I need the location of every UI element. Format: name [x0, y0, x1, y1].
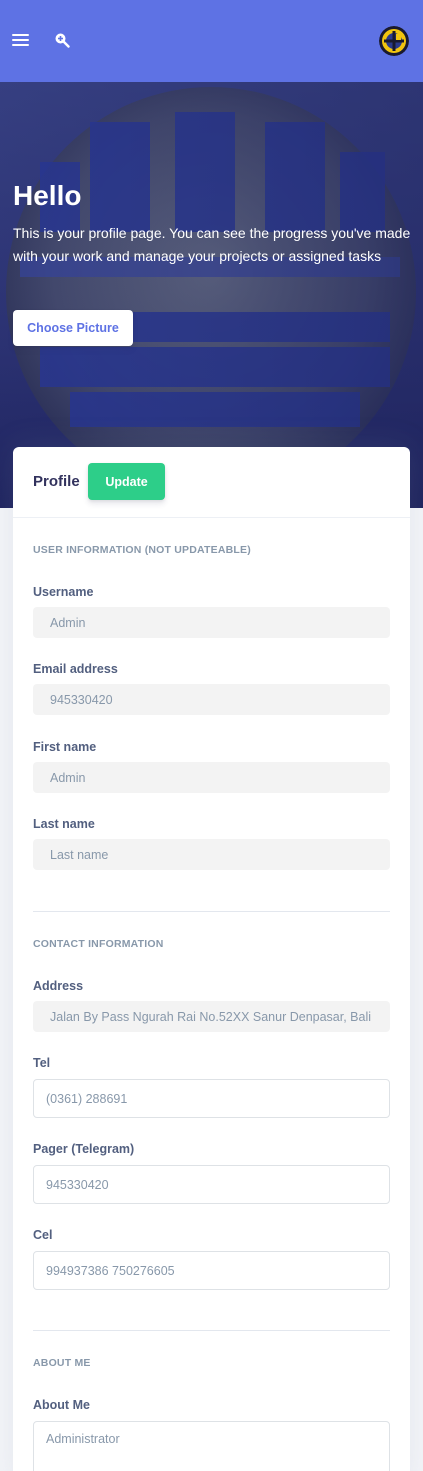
last-name-label: Last name — [33, 817, 95, 831]
about-me-label: About Me — [33, 1398, 90, 1412]
last-name-field: Last name — [33, 839, 390, 870]
address-field: Jalan By Pass Ngurah Rai No.52XX Sanur D… — [33, 1001, 390, 1032]
top-navbar — [0, 0, 423, 82]
contact-information-heading: CONTACT INFORMATION — [33, 938, 164, 950]
user-avatar[interactable] — [379, 26, 409, 56]
email-label: Email address — [33, 662, 118, 676]
section-divider — [33, 1330, 390, 1331]
choose-picture-button[interactable]: Choose Picture — [13, 310, 133, 346]
hamburger-menu-icon[interactable] — [12, 34, 29, 48]
pager-input[interactable]: 945330420 — [33, 1165, 390, 1204]
section-divider — [33, 911, 390, 912]
first-name-label: First name — [33, 740, 97, 754]
first-name-field: Admin — [33, 762, 390, 793]
update-button[interactable]: Update — [88, 463, 165, 500]
about-me-heading: ABOUT ME — [33, 1357, 91, 1369]
cel-label: Cel — [33, 1228, 53, 1242]
address-label: Address — [33, 979, 84, 993]
email-field: 945330420 — [33, 684, 390, 715]
profile-card: Profile Update USER INFORMATION (Not Upd… — [13, 447, 410, 1471]
zoom-in-icon[interactable] — [54, 32, 70, 48]
about-me-textarea[interactable]: Administrator — [33, 1421, 390, 1471]
pager-label: Pager (Telegram) — [33, 1142, 135, 1156]
profile-hero: Hello This is your profile page. You can… — [0, 82, 423, 508]
cel-input[interactable]: 994937386 750276605 — [33, 1251, 390, 1290]
username-label: Username — [33, 585, 94, 599]
card-title: Profile — [33, 473, 80, 490]
hero-title: Hello — [13, 180, 82, 211]
username-field: Admin — [33, 607, 390, 638]
user-information-heading: USER INFORMATION (Not Updateable) — [33, 544, 251, 556]
tel-input[interactable]: (0361) 288691 — [33, 1079, 390, 1118]
card-header: Profile Update — [13, 447, 410, 518]
tel-label: Tel — [33, 1056, 51, 1070]
hero-description: This is your profile page. You can see t… — [13, 225, 411, 264]
